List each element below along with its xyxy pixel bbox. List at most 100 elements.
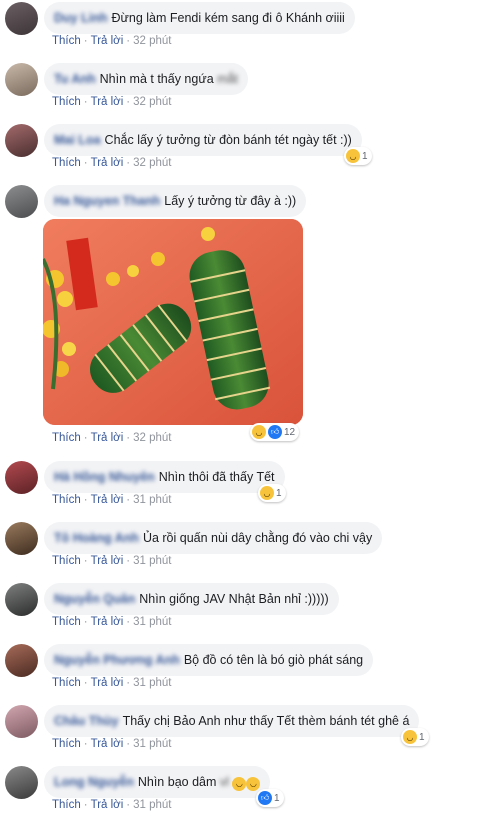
comment-bubble: Châu Thùy Thấy chị Bảo Anh như thấy Tết t… xyxy=(44,705,420,737)
banh-tet-image xyxy=(43,219,303,425)
reply-link[interactable]: Trả lời xyxy=(91,157,124,169)
reaction-count: 1 xyxy=(276,487,282,499)
timestamp[interactable]: 32 phút xyxy=(133,96,171,108)
comment-bubble: Tu Anh Nhìn mà t thấy ngứa mắt xyxy=(44,63,248,95)
commenter-name[interactable]: Nguyễn Phương Anh xyxy=(54,653,180,667)
timestamp[interactable]: 31 phút xyxy=(133,555,171,567)
reply-link[interactable]: Trả lời xyxy=(91,738,124,750)
like-link[interactable]: Thích xyxy=(52,616,81,628)
like-icon: 👍︎ xyxy=(258,791,272,805)
comment-text: Thấy chị Bảo Anh như thấy Tết thèm bánh … xyxy=(122,714,410,728)
reaction-count: 12 xyxy=(284,426,296,438)
timestamp[interactable]: 31 phút xyxy=(133,738,171,750)
avatar[interactable] xyxy=(5,705,38,738)
reaction-summary[interactable]: ◡ 👍︎ 12 xyxy=(250,423,300,441)
like-link[interactable]: Thích xyxy=(52,738,81,750)
comment-actions: Thích · Trả lời · 32 phút xyxy=(52,432,172,444)
reply-link[interactable]: Trả lời xyxy=(91,677,124,689)
avatar[interactable] xyxy=(5,522,38,555)
reaction-summary[interactable]: 👍︎ 1 xyxy=(256,789,284,807)
reply-link[interactable]: Trả lời xyxy=(91,35,124,47)
banh-tet-photo[interactable] xyxy=(43,219,303,425)
comment-bubble: Long Nguyễn Nhìn bạo dâm vl ◡ ◡ xyxy=(44,766,271,798)
like-link[interactable]: Thích xyxy=(52,432,81,444)
commenter-name[interactable]: Tô Hoàng Anh xyxy=(54,531,139,545)
comment-actions: Thích · Trả lời · 32 phút xyxy=(52,35,172,47)
like-icon: 👍︎ xyxy=(268,425,282,439)
comment-bubble: Duy Linh Đừng làm Fendi kém sang đi ô Khá… xyxy=(44,2,355,34)
like-link[interactable]: Thích xyxy=(52,799,81,811)
comment-text: Đừng làm Fendi kém sang đi ô Khánh ơiiii xyxy=(111,11,345,25)
comment-text: Nhìn giống JAV Nhật Bản nhỉ :))))) xyxy=(139,592,329,606)
commenter-name[interactable]: Châu Thùy xyxy=(54,714,119,728)
reply-link[interactable]: Trả lời xyxy=(91,494,124,506)
reaction-summary[interactable]: ◡ 1 xyxy=(344,147,372,165)
comment-bubble: Hà Hồng Nhuyên Nhìn thôi đã thấy Tết xyxy=(44,461,285,493)
laughing-emoji-icon: ◡ xyxy=(246,777,261,791)
comment-actions: Thích · Trả lời · 32 phút xyxy=(52,96,172,108)
commenter-name[interactable]: Nguyễn Quân xyxy=(54,592,135,606)
timestamp[interactable]: 31 phút xyxy=(133,677,171,689)
like-link[interactable]: Thích xyxy=(52,157,81,169)
haha-icon: ◡ xyxy=(346,149,360,163)
timestamp[interactable]: 32 phút xyxy=(133,35,171,47)
comment-text: Lấy ý tưởng từ đây à :)) xyxy=(164,194,297,208)
avatar[interactable] xyxy=(5,185,38,218)
comment-bubble: Ha Nguyen Thanh Lấy ý tưởng từ đây à :)) xyxy=(44,185,307,217)
timestamp[interactable]: 31 phút xyxy=(133,799,171,811)
reply-link[interactable]: Trả lời xyxy=(91,432,124,444)
commenter-name[interactable]: Long Nguyễn xyxy=(54,775,134,789)
commenter-name[interactable]: Tu Anh xyxy=(54,72,96,86)
like-link[interactable]: Thích xyxy=(52,555,81,567)
comment-text: Chắc lấy ý tưởng từ đòn bánh tét ngày tế… xyxy=(104,133,352,147)
blurred-text: vl xyxy=(219,775,229,789)
comment-text: Nhìn bạo dâm xyxy=(137,775,217,789)
reply-link[interactable]: Trả lời xyxy=(91,616,124,628)
laughing-emoji-icon: ◡ xyxy=(232,777,247,791)
timestamp[interactable]: 32 phút xyxy=(133,432,171,444)
comment-bubble: Nguyễn Phương Anh Bộ đồ có tên là bó giò … xyxy=(44,644,374,676)
comment-actions: Thích · Trả lời · 31 phút xyxy=(52,616,172,628)
timestamp[interactable]: 32 phút xyxy=(133,157,171,169)
like-link[interactable]: Thích xyxy=(52,494,81,506)
timestamp[interactable]: 31 phút xyxy=(133,616,171,628)
commenter-name[interactable]: Duy Linh xyxy=(54,11,107,25)
like-link[interactable]: Thích xyxy=(52,35,81,47)
reaction-summary[interactable]: ◡ 1 xyxy=(258,484,286,502)
avatar[interactable] xyxy=(5,124,38,157)
reaction-count: 1 xyxy=(362,150,368,162)
comment-actions: Thích · Trả lời · 31 phút xyxy=(52,555,172,567)
avatar[interactable] xyxy=(5,2,38,35)
reaction-count: 1 xyxy=(419,731,425,743)
comment-text: Bộ đồ có tên là bó giò phát sáng xyxy=(183,653,364,667)
commenter-name[interactable]: Mai Loa xyxy=(54,133,101,147)
avatar[interactable] xyxy=(5,583,38,616)
reaction-count: 1 xyxy=(274,792,280,804)
reply-link[interactable]: Trả lời xyxy=(91,555,124,567)
reply-link[interactable]: Trả lời xyxy=(91,799,124,811)
comment-actions: Thích · Trả lời · 32 phút xyxy=(52,157,172,169)
comment-actions: Thích · Trả lời · 31 phút xyxy=(52,799,172,811)
like-link[interactable]: Thích xyxy=(52,677,81,689)
haha-icon: ◡ xyxy=(403,730,417,744)
commenter-name[interactable]: Hà Hồng Nhuyên xyxy=(54,470,155,484)
comment-actions: Thích · Trả lời · 31 phút xyxy=(52,494,172,506)
comment-bubble: Tô Hoàng Anh Ủa rồi quấn nùi dây chằng đó… xyxy=(44,522,383,554)
avatar[interactable] xyxy=(5,644,38,677)
avatar[interactable] xyxy=(5,461,38,494)
comment-text: Nhìn mà t thấy ngứa xyxy=(99,72,214,86)
reaction-summary[interactable]: ◡ 1 xyxy=(401,728,429,746)
comment-bubble: Mai Loa Chắc lấy ý tưởng từ đòn bánh tét … xyxy=(44,124,362,156)
avatar[interactable] xyxy=(5,63,38,96)
avatar[interactable] xyxy=(5,766,38,799)
comment-actions: Thích · Trả lời · 31 phút xyxy=(52,738,172,750)
reply-link[interactable]: Trả lời xyxy=(91,96,124,108)
haha-icon: ◡ xyxy=(260,486,274,500)
comment-text: Nhìn thôi đã thấy Tết xyxy=(158,470,275,484)
like-link[interactable]: Thích xyxy=(52,96,81,108)
comment-actions: Thích · Trả lời · 31 phút xyxy=(52,677,172,689)
commenter-name[interactable]: Ha Nguyen Thanh xyxy=(54,194,160,208)
comment-text: Ủa rồi quấn nùi dây chằng đó vào chi vậy xyxy=(142,531,373,545)
haha-icon: ◡ xyxy=(252,425,266,439)
timestamp[interactable]: 31 phút xyxy=(133,494,171,506)
